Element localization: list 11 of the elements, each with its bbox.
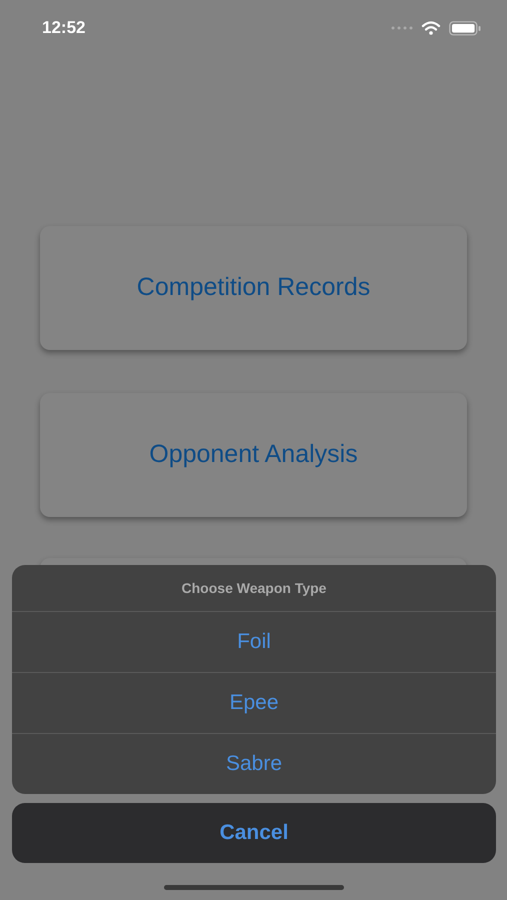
sheet-option[interactable]: Sabre bbox=[12, 733, 496, 794]
wifi-icon bbox=[421, 21, 441, 35]
battery-icon bbox=[449, 20, 481, 36]
menu-button[interactable]: Opponent Analysis bbox=[40, 393, 467, 517]
menu-button[interactable]: Competition Records bbox=[40, 226, 467, 350]
sheet-title: Choose Weapon Type bbox=[180, 578, 328, 598]
status-time: 12:52 bbox=[42, 17, 86, 40]
cancel-button[interactable]: Cancel bbox=[12, 803, 496, 863]
sheet-option[interactable]: Foil bbox=[12, 611, 496, 672]
signal-icon bbox=[391, 26, 413, 30]
sheet-option[interactable]: Epee bbox=[12, 672, 496, 733]
